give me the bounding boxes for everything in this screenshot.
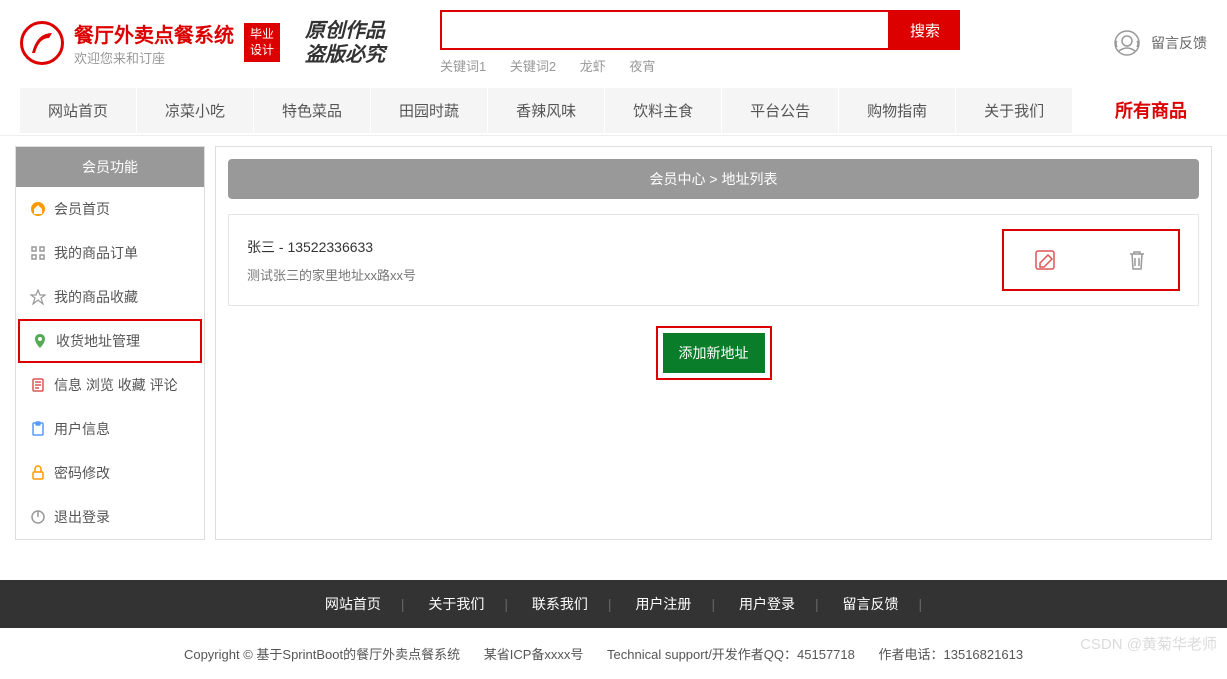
breadcrumb: 会员中心 > 地址列表 bbox=[228, 159, 1199, 199]
add-button-wrap: 添加新地址 bbox=[228, 326, 1199, 380]
keyword-link[interactable]: 夜宵 bbox=[629, 59, 655, 74]
brush-slogan: 原创作品 盗版必究 bbox=[305, 19, 385, 67]
sidebar-item-favorites[interactable]: 我的商品收藏 bbox=[16, 275, 204, 319]
sidebar-item-label: 我的商品收藏 bbox=[54, 287, 138, 307]
footer-link-about[interactable]: 关于我们 bbox=[408, 596, 504, 612]
sidebar-item-orders[interactable]: 我的商品订单 bbox=[16, 231, 204, 275]
home-icon bbox=[30, 201, 46, 217]
grid-icon bbox=[30, 245, 46, 261]
header: 餐厅外卖点餐系统 欢迎您来和订座 毕业设计 原创作品 盗版必究 搜索 关键词1 … bbox=[0, 0, 1227, 85]
copyright: Copyright © 基于SprintBoot的餐厅外卖点餐系统 bbox=[184, 647, 460, 662]
footer-nav: 网站首页| 关于我们| 联系我们| 用户注册| 用户登录| 留言反馈| bbox=[0, 580, 1227, 628]
sidebar-item-password[interactable]: 密码修改 bbox=[16, 451, 204, 495]
sidebar: 会员功能 会员首页 我的商品订单 我的商品收藏 收货地址管理 信息 浏览 收藏 … bbox=[15, 146, 205, 540]
logo-text: 餐厅外卖点餐系统 欢迎您来和订座 bbox=[74, 19, 234, 67]
logo-icon bbox=[20, 21, 64, 65]
footer-link-home[interactable]: 网站首页 bbox=[305, 596, 401, 612]
all-products-link[interactable]: 所有商品 bbox=[1095, 85, 1207, 135]
sidebar-item-info-browse[interactable]: 信息 浏览 收藏 评论 bbox=[16, 363, 204, 407]
address-info: 张三 - 13522336633 测试张三的家里地址xx路xx号 bbox=[247, 237, 1002, 284]
watermark: CSDN @黄菊华老师 bbox=[1080, 633, 1217, 654]
author-phone: 作者电话：13516821613 bbox=[879, 647, 1024, 662]
sidebar-item-label: 会员首页 bbox=[54, 199, 110, 219]
nav-vegetables[interactable]: 田园时蔬 bbox=[371, 88, 487, 133]
add-address-button[interactable]: 添加新地址 bbox=[663, 333, 765, 373]
nav-cold-snacks[interactable]: 凉菜小吃 bbox=[137, 88, 253, 133]
main-container: 会员功能 会员首页 我的商品订单 我的商品收藏 收货地址管理 信息 浏览 收藏 … bbox=[0, 136, 1227, 550]
sidebar-item-label: 退出登录 bbox=[54, 507, 110, 527]
document-icon bbox=[30, 377, 46, 393]
feedback-link[interactable]: 留言反馈 bbox=[1113, 29, 1207, 57]
footer-link-register[interactable]: 用户注册 bbox=[615, 596, 711, 612]
address-card: 张三 - 13522336633 测试张三的家里地址xx路xx号 bbox=[228, 214, 1199, 306]
tech-support: Technical support/开发作者QQ：45157718 bbox=[607, 647, 855, 662]
keyword-link[interactable]: 关键词1 bbox=[440, 59, 486, 74]
nav-home[interactable]: 网站首页 bbox=[20, 88, 136, 133]
logo-area: 餐厅外卖点餐系统 欢迎您来和订座 毕业设计 原创作品 盗版必究 bbox=[20, 19, 385, 67]
location-icon bbox=[32, 333, 48, 349]
power-icon bbox=[30, 509, 46, 525]
sidebar-item-member-home[interactable]: 会员首页 bbox=[16, 187, 204, 231]
address-name-phone: 张三 - 13522336633 bbox=[247, 237, 1002, 257]
clipboard-icon bbox=[30, 421, 46, 437]
sidebar-item-label: 用户信息 bbox=[54, 419, 110, 439]
search-keywords: 关键词1 关键词2 龙虾 夜宵 bbox=[440, 56, 960, 75]
logo-title: 餐厅外卖点餐系统 bbox=[74, 19, 234, 48]
icp: 某省ICP备xxxx号 bbox=[484, 647, 584, 662]
keyword-link[interactable]: 龙虾 bbox=[580, 59, 606, 74]
nav-announcements[interactable]: 平台公告 bbox=[722, 88, 838, 133]
nav-spicy[interactable]: 香辣风味 bbox=[488, 88, 604, 133]
sidebar-item-label: 收货地址管理 bbox=[56, 331, 140, 351]
sidebar-item-user-info[interactable]: 用户信息 bbox=[16, 407, 204, 451]
nav-shopping-guide[interactable]: 购物指南 bbox=[839, 88, 955, 133]
support-icon bbox=[1113, 29, 1141, 57]
sidebar-item-addresses[interactable]: 收货地址管理 bbox=[18, 319, 202, 363]
delete-icon[interactable] bbox=[1126, 249, 1148, 271]
search-box: 搜索 bbox=[440, 10, 960, 50]
sidebar-item-label: 我的商品订单 bbox=[54, 243, 138, 263]
feedback-label: 留言反馈 bbox=[1151, 33, 1207, 53]
footer-link-contact[interactable]: 联系我们 bbox=[512, 596, 608, 612]
nav-about[interactable]: 关于我们 bbox=[956, 88, 1072, 133]
search-input[interactable] bbox=[440, 10, 890, 50]
footer-link-feedback[interactable]: 留言反馈 bbox=[823, 596, 919, 612]
add-button-highlight: 添加新地址 bbox=[656, 326, 772, 380]
logo-subtitle: 欢迎您来和订座 bbox=[74, 48, 234, 67]
nav-drinks[interactable]: 饮料主食 bbox=[605, 88, 721, 133]
star-icon bbox=[30, 289, 46, 305]
sidebar-item-label: 信息 浏览 收藏 评论 bbox=[54, 375, 178, 395]
graduation-badge: 毕业设计 bbox=[244, 23, 280, 62]
lock-icon bbox=[30, 465, 46, 481]
main-nav: 网站首页 凉菜小吃 特色菜品 田园时蔬 香辣风味 饮料主食 平台公告 购物指南 … bbox=[0, 85, 1227, 136]
address-actions bbox=[1002, 229, 1180, 291]
sidebar-item-label: 密码修改 bbox=[54, 463, 110, 483]
keyword-link[interactable]: 关键词2 bbox=[510, 59, 556, 74]
edit-icon[interactable] bbox=[1034, 249, 1056, 271]
sidebar-item-logout[interactable]: 退出登录 bbox=[16, 495, 204, 539]
nav-special-dishes[interactable]: 特色菜品 bbox=[254, 88, 370, 133]
content-area: 会员中心 > 地址列表 张三 - 13522336633 测试张三的家里地址xx… bbox=[215, 146, 1212, 540]
search-button[interactable]: 搜索 bbox=[890, 10, 960, 50]
search-area: 搜索 关键词1 关键词2 龙虾 夜宵 bbox=[440, 10, 960, 75]
address-detail: 测试张三的家里地址xx路xx号 bbox=[247, 265, 1002, 284]
footer-link-login[interactable]: 用户登录 bbox=[719, 596, 815, 612]
footer-info: Copyright © 基于SprintBoot的餐厅外卖点餐系统 某省ICP备… bbox=[0, 628, 1227, 679]
sidebar-header: 会员功能 bbox=[16, 147, 204, 187]
